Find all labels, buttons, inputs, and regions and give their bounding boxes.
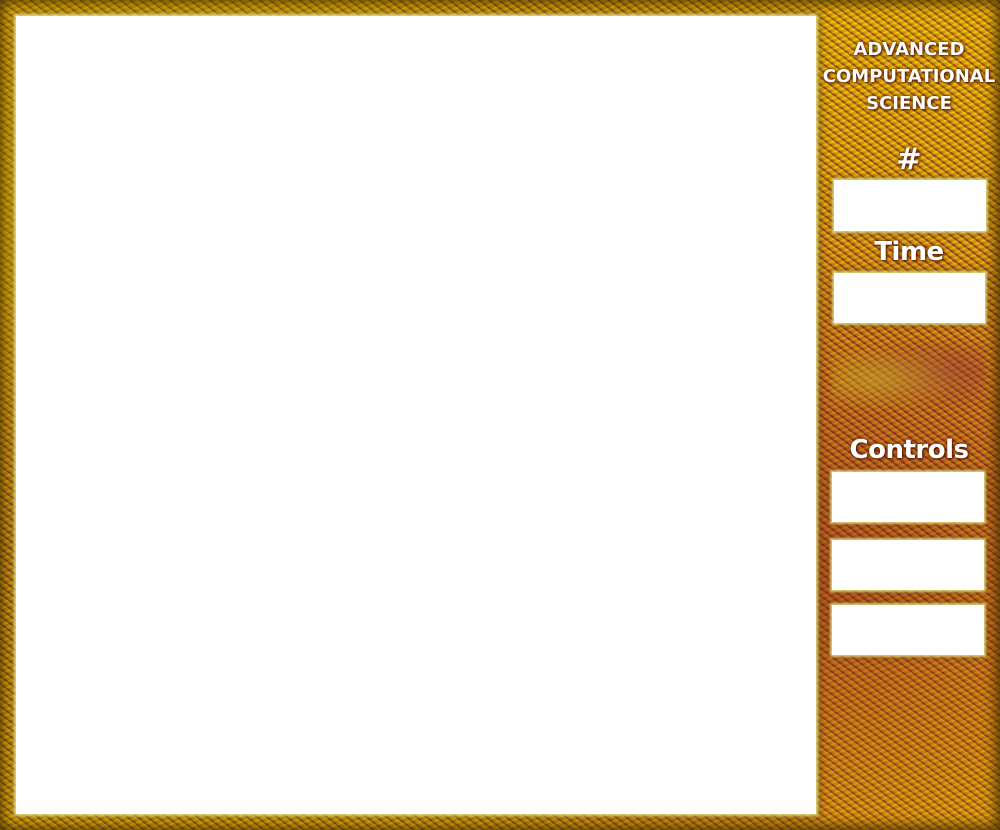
panel-title: ADVANCED COMPUTATIONAL SCIENCE [818, 36, 1000, 117]
time-display [834, 273, 985, 323]
time-label: Time [874, 237, 944, 267]
control-button-3[interactable] [832, 605, 984, 655]
panel-title-line-3: SCIENCE [866, 93, 952, 114]
count-label: # [896, 142, 922, 177]
controls-label: Controls [849, 435, 969, 465]
side-panel: ADVANCED COMPUTATIONAL SCIENCE # Time Co… [818, 0, 1000, 830]
control-button-1[interactable] [832, 472, 984, 522]
panel-title-line-2: COMPUTATIONAL [822, 66, 996, 87]
panel-title-line-1: ADVANCED [853, 39, 965, 60]
decorative-patch [832, 340, 986, 418]
count-display [834, 180, 986, 231]
control-button-2[interactable] [832, 540, 984, 590]
simulation-canvas[interactable] [16, 16, 816, 814]
